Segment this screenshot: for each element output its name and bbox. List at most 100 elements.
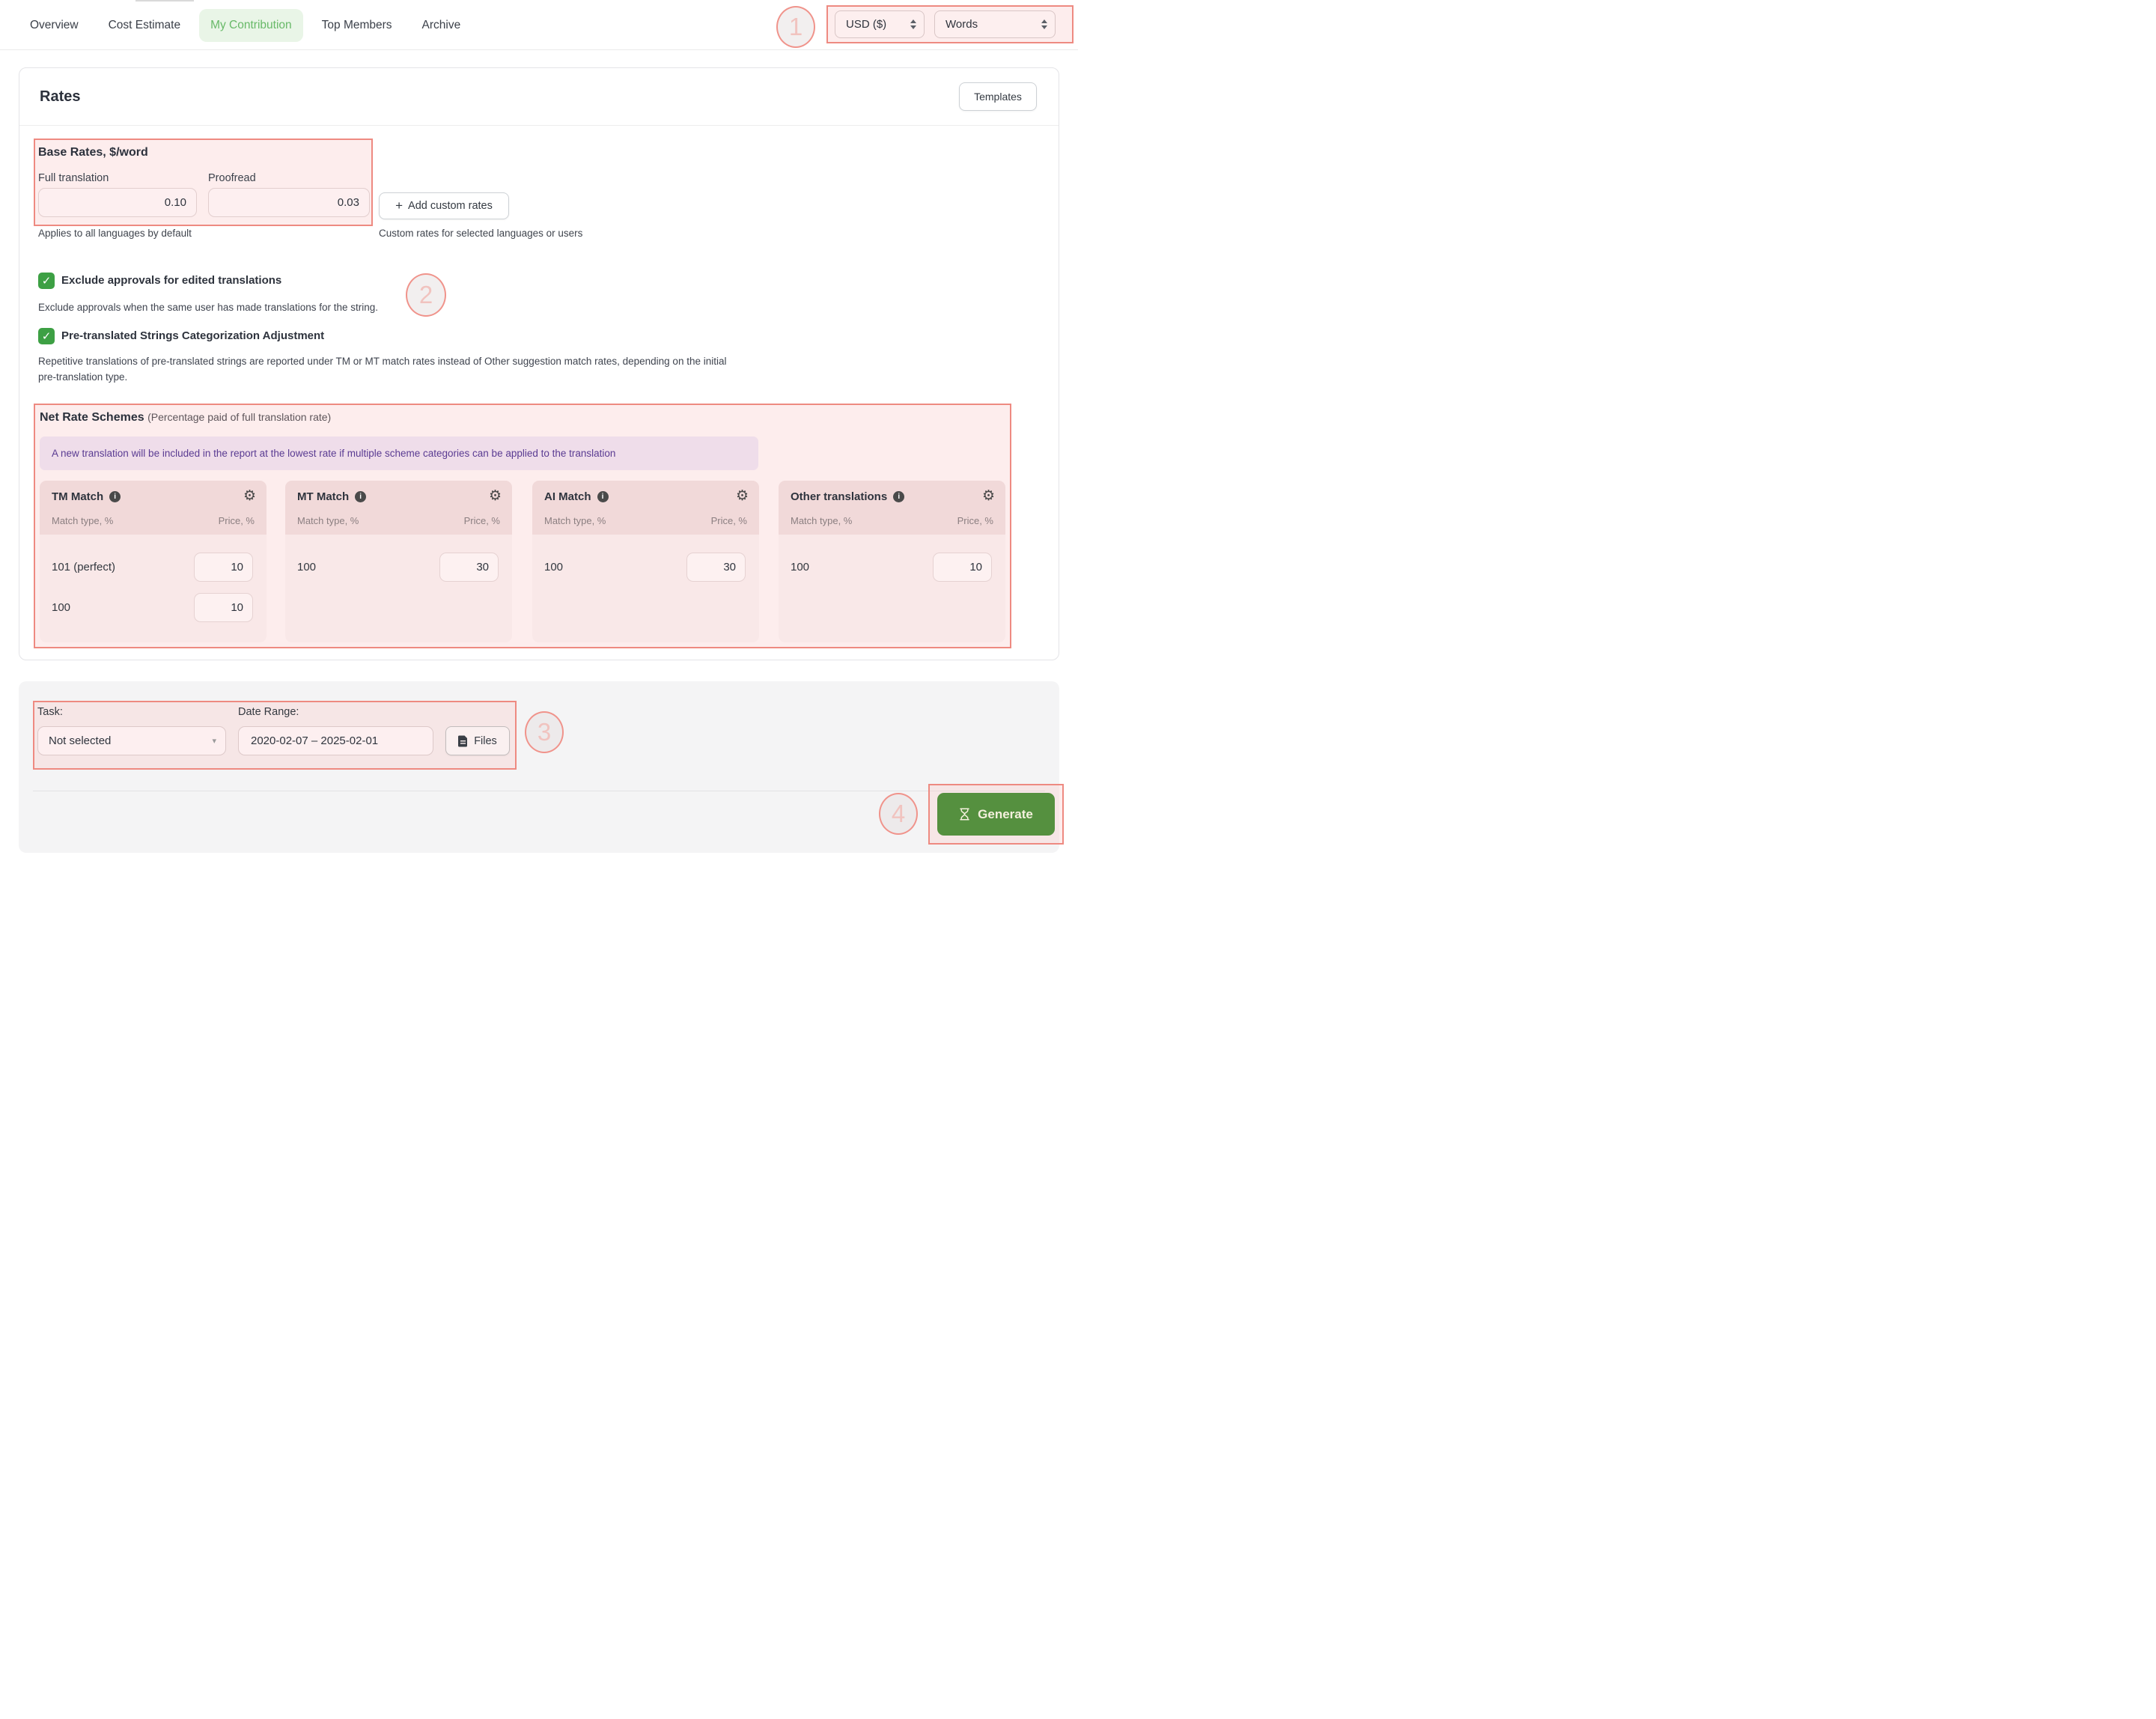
annotation-circle-2: 2 [406,273,446,317]
pretranslated-adjustment-description: Repetitive translations of pre-translate… [38,354,726,385]
annotation-number: 1 [789,13,803,41]
hourglass-icon [959,808,970,821]
info-icon[interactable]: i [893,491,904,502]
base-rates-caption: Applies to all languages by default [38,228,192,239]
custom-rates-caption: Custom rates for selected languages or u… [379,228,582,239]
scheme-card-title: Other translations i [791,490,904,503]
net-rate-schemes-title: Net Rate Schemes [40,411,144,424]
pretranslated-adjustment-checkbox[interactable]: ✓ [38,328,55,344]
scheme-card-ai-match: AI Match i ⚙ Match type, % Price, % 100 … [532,481,759,642]
price-input[interactable]: 10 [194,553,253,582]
price-input[interactable]: 10 [194,593,253,622]
tab-archive[interactable]: Archive [422,19,461,32]
full-translation-rate-input[interactable]: 0.10 [38,188,197,217]
files-button[interactable]: Files [445,726,510,755]
full-translation-label: Full translation [38,172,109,184]
annotation-circle-3: 3 [525,711,564,753]
price-value: 10 [231,601,243,614]
price-input[interactable]: 30 [686,553,746,582]
add-custom-rates-label: Add custom rates [408,200,493,212]
full-translation-rate-value: 0.10 [165,196,186,209]
plus-icon: + [395,198,403,213]
annotation-number: 3 [538,718,551,746]
generation-panel: Task: Date Range: Not selected ▾ 2020-02… [19,681,1059,853]
tab-top-members[interactable]: Top Members [322,19,392,32]
annotation-box-base-rates: Base Rates, $/word Full translation Proo… [34,139,373,226]
scheme-card-title: MT Match i [297,490,366,503]
rates-card-body: Base Rates, $/word Full translation Proo… [19,127,1059,660]
task-select-value: Not selected [49,734,111,747]
exclude-approvals-checkbox[interactable]: ✓ [38,273,55,289]
scheme-title-text: AI Match [544,490,591,503]
generate-button[interactable]: Generate [937,793,1055,836]
tab-cost-estimate[interactable]: Cost Estimate [109,19,180,32]
match-type-column-header: Match type, % [544,515,606,526]
price-value: 30 [723,561,736,573]
info-icon[interactable]: i [109,491,121,502]
proofread-rate-value: 0.03 [338,196,359,209]
proofread-rate-input[interactable]: 0.03 [208,188,370,217]
scheme-card-mt-match: MT Match i ⚙ Match type, % Price, % 100 … [285,481,512,642]
scheme-card-header: Other translations i ⚙ Match type, % Pri… [779,481,1005,535]
gear-icon[interactable]: ⚙ [489,487,502,504]
description-line: pre-translation type. [38,370,726,386]
check-icon: ✓ [42,329,52,343]
task-select[interactable]: Not selected ▾ [37,726,226,755]
unit-select[interactable]: Words [934,10,1056,38]
unit-select-value: Words [945,18,978,31]
scheme-card-title: AI Match i [544,490,609,503]
scheme-card-tm-match: TM Match i ⚙ Match type, % Price, % 101 … [40,481,267,642]
match-type-label: 100 [52,601,70,614]
templates-button[interactable]: Templates [959,82,1037,111]
files-button-label: Files [474,735,497,747]
net-rate-schemes-heading: Net Rate Schemes (Percentage paid of ful… [40,411,331,425]
base-rates-title: Base Rates, $/word [38,146,148,159]
annotation-number: 4 [892,800,905,828]
add-custom-rates-button[interactable]: + Add custom rates [379,192,509,219]
scheme-title-text: Other translations [791,490,887,503]
description-line: Repetitive translations of pre-translate… [38,354,726,370]
scheme-title-text: MT Match [297,490,349,503]
match-type-label: 100 [544,561,563,573]
scheme-card-other-translations: Other translations i ⚙ Match type, % Pri… [779,481,1005,642]
currency-select[interactable]: USD ($) [835,10,925,38]
task-label: Task: [37,706,63,718]
price-value: 10 [969,561,982,573]
generate-button-label: Generate [978,807,1033,822]
scheme-card-header: MT Match i ⚙ Match type, % Price, % [285,481,512,535]
price-column-header: Price, % [464,515,500,526]
rates-card-header: Rates Templates [19,68,1059,126]
report-generation-page: Overview Cost Estimate My Contribution T… [0,0,1078,860]
file-icon [458,735,468,747]
rates-card: Rates Templates Base Rates, $/word Full … [19,67,1059,660]
match-type-label: 100 [791,561,809,573]
date-range-input[interactable]: 2020-02-07 – 2025-02-01 [238,726,433,755]
gear-icon[interactable]: ⚙ [736,487,749,504]
gear-icon[interactable]: ⚙ [982,487,995,504]
exclude-approvals-description: Exclude approvals when the same user has… [38,300,378,316]
select-updown-icon [1041,19,1047,29]
date-range-label: Date Range: [238,706,299,718]
scheme-card-title: TM Match i [52,490,121,503]
match-type-label: 101 (perfect) [52,561,115,573]
info-icon[interactable]: i [355,491,366,502]
price-input[interactable]: 30 [439,553,499,582]
lowest-rate-info-banner: A new translation will be included in th… [40,436,758,470]
price-column-header: Price, % [711,515,747,526]
annotation-circle-1: 1 [776,6,815,48]
pretranslated-adjustment-label: Pre-translated Strings Categorization Ad… [61,329,324,342]
templates-button-label: Templates [974,91,1022,103]
annotation-number: 2 [419,281,433,309]
match-type-column-header: Match type, % [297,515,359,526]
annotation-box-task-daterange: Task: Date Range: Not selected ▾ 2020-02… [33,701,517,770]
tab-overview[interactable]: Overview [30,19,79,32]
price-column-header: Price, % [957,515,993,526]
check-icon: ✓ [42,274,52,287]
info-icon[interactable]: i [597,491,609,502]
price-input[interactable]: 10 [933,553,992,582]
tab-my-contribution[interactable]: My Contribution [199,9,303,42]
report-tabs: Overview Cost Estimate My Contribution T… [30,0,460,50]
gear-icon[interactable]: ⚙ [243,487,256,504]
top-navigation: Overview Cost Estimate My Contribution T… [0,0,1078,50]
price-value: 10 [231,561,243,573]
